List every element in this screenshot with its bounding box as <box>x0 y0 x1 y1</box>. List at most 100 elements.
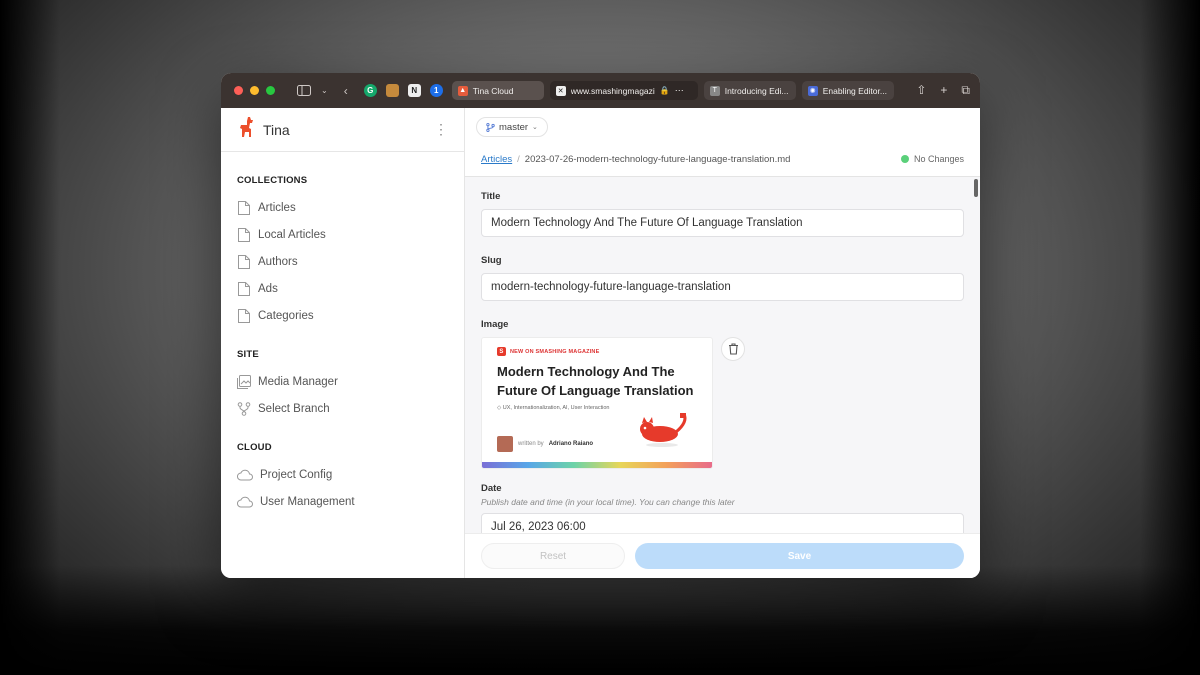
cloud-icon <box>237 496 253 508</box>
section-heading: COLLECTIONS <box>237 175 308 186</box>
close-window-button[interactable] <box>234 86 243 95</box>
sidebar-item-label: User Management <box>260 495 355 508</box>
form-scrollbar[interactable] <box>974 179 978 197</box>
extension-icon[interactable] <box>385 84 399 97</box>
date-description: Publish date and time (in your local tim… <box>481 497 735 507</box>
git-branch-icon <box>237 401 251 416</box>
breadcrumb-filename: 2023-07-26-modern-technology-future-lang… <box>524 154 791 165</box>
more-icon[interactable]: ⋯ <box>675 85 684 96</box>
new-tab-icon[interactable]: + <box>940 83 947 98</box>
chevron-down-icon: ⌄ <box>532 124 538 131</box>
image-tag: S NEW ON SMASHING MAGAZINE <box>497 347 697 356</box>
sidebar-item-ads[interactable]: Ads <box>237 275 448 302</box>
sidebar-toggle-icon[interactable] <box>297 85 311 96</box>
tab-smashing-magazine[interactable]: ✕ www.smashingmagazi 🔒 ⋯ <box>549 81 698 100</box>
image-topics: ◇ UX, Internationalization, AI, User Int… <box>497 405 697 411</box>
grammarly-extension-icon[interactable]: G <box>363 84 377 97</box>
tab-label: Introducing Edi... <box>724 85 789 96</box>
cloud-icon <box>237 469 253 481</box>
image-preview[interactable]: S NEW ON SMASHING MAGAZINE Modern Techno… <box>481 337 713 469</box>
sidebar-item-label: Media Manager <box>258 375 338 388</box>
sidebar-item-media-manager[interactable]: Media Manager <box>237 368 448 395</box>
image-field: S NEW ON SMASHING MAGAZINE Modern Techno… <box>481 337 964 469</box>
breadcrumb-collection-link[interactable]: Articles <box>481 154 512 165</box>
document-icon <box>238 200 250 215</box>
image-headline: Modern Technology And The Future Of Lang… <box>497 364 694 398</box>
branch-selector[interactable]: master ⌄ <box>476 117 548 137</box>
sidebar-item-label: Select Branch <box>258 402 330 415</box>
author-name: Adriano Raiano <box>548 441 594 447</box>
tab-enabling-editor[interactable]: ✺ Enabling Editor... <box>801 81 894 100</box>
tina-cms-app: Tina ⋮ COLLECTIONS Articles Local Articl… <box>221 108 980 578</box>
sidebar-item-label: Project Config <box>260 468 333 481</box>
sidebar-item-articles[interactable]: Articles <box>237 194 448 221</box>
tab-tina-cloud[interactable]: ▲ Tina Cloud <box>451 81 544 100</box>
smashing-cat-mascot-icon <box>640 413 687 447</box>
image-tag-text: NEW ON SMASHING MAGAZINE <box>510 348 600 355</box>
minimize-window-button[interactable] <box>250 86 259 95</box>
more-options-icon[interactable]: ⋮ <box>434 121 448 138</box>
smashing-favicon-icon: ✕ <box>555 85 566 96</box>
sidebar-item-categories[interactable]: Categories <box>237 302 448 329</box>
image-topics-text: UX, Internationalization, AI, User Inter… <box>502 404 610 411</box>
trash-icon <box>728 343 738 355</box>
browser-toolbar: ⌄ ‹ G N 1 ▲ Tina Cloud ✕ www.smashingmag… <box>221 73 980 108</box>
sidebar-item-label: Articles <box>258 201 296 214</box>
document-form: Title Modern Technology And The Future O… <box>465 177 980 533</box>
chevron-down-icon[interactable]: ⌄ <box>321 86 328 95</box>
sidebar-section-site: SITE Media Manager Select Branch <box>221 349 464 422</box>
sidebar: Tina ⋮ COLLECTIONS Articles Local Articl… <box>221 108 465 578</box>
app-name: Tina <box>263 121 290 138</box>
browser-window: ⌄ ‹ G N 1 ▲ Tina Cloud ✕ www.smashingmag… <box>221 73 980 578</box>
author-avatar <box>497 436 513 452</box>
breadcrumb-separator: / <box>517 154 520 165</box>
sidebar-item-user-management[interactable]: User Management <box>237 488 448 515</box>
editor-panel: master ⌄ Articles / 2023-07-26-modern-te… <box>465 108 980 578</box>
back-icon[interactable]: ‹ <box>344 84 348 98</box>
save-button[interactable]: Save <box>635 543 964 569</box>
sidebar-item-label: Ads <box>258 282 278 295</box>
tab-introducing-editor[interactable]: T Introducing Edi... <box>703 81 796 100</box>
tina-favicon-icon: ▲ <box>457 85 468 96</box>
tag-icon: ◇ <box>497 404 502 411</box>
title-input[interactable]: Modern Technology And The Future Of Lang… <box>481 209 964 237</box>
tab-label: Enabling Editor... <box>822 85 887 96</box>
password-manager-extension-icon[interactable]: 1 <box>429 84 443 97</box>
slug-input[interactable]: modern-technology-future-language-transl… <box>481 273 964 301</box>
sidebar-section-collections: COLLECTIONS Articles Local Articles Auth… <box>221 175 464 329</box>
tab-favicon-icon: ✺ <box>807 85 818 96</box>
lock-icon: 🔒 <box>659 86 670 95</box>
share-icon[interactable]: ⇧ <box>916 83 926 98</box>
reset-button[interactable]: Reset <box>481 543 625 569</box>
written-by-text: written by <box>518 441 544 447</box>
browser-actions: ⇧ + ⧉ <box>916 83 970 98</box>
document-icon <box>238 308 250 323</box>
tab-overview-icon[interactable]: ⧉ <box>961 83 970 98</box>
title-label: Title <box>481 191 501 202</box>
sidebar-item-local-articles[interactable]: Local Articles <box>237 221 448 248</box>
section-heading: SITE <box>237 349 259 360</box>
sidebar-item-select-branch[interactable]: Select Branch <box>237 395 448 422</box>
image-label: Image <box>481 319 509 330</box>
sidebar-item-project-config[interactable]: Project Config <box>237 461 448 488</box>
notion-extension-icon[interactable]: N <box>407 84 421 97</box>
smashing-logo-icon: S <box>497 347 506 356</box>
sidebar-item-authors[interactable]: Authors <box>237 248 448 275</box>
sidebar-section-cloud: CLOUD Project Config User Management <box>221 442 464 515</box>
branch-name: master <box>499 121 529 133</box>
save-status: No Changes <box>900 154 964 164</box>
sidebar-item-label: Authors <box>258 255 298 268</box>
tab-label: Tina Cloud <box>472 85 514 96</box>
section-heading: CLOUD <box>237 442 272 453</box>
breadcrumb: Articles / 2023-07-26-modern-technology-… <box>481 154 790 165</box>
date-input[interactable]: Jul 26, 2023 06:00 <box>481 513 964 533</box>
maximize-window-button[interactable] <box>266 86 275 95</box>
editor-header: master ⌄ Articles / 2023-07-26-modern-te… <box>465 108 980 177</box>
document-icon <box>238 227 250 242</box>
delete-image-button[interactable] <box>721 337 745 361</box>
sidebar-header: Tina ⋮ <box>221 108 464 152</box>
status-text: No Changes <box>913 154 964 164</box>
tab-label: www.smashingmagazi <box>570 85 655 96</box>
date-label: Date <box>481 483 502 494</box>
document-icon <box>238 254 250 269</box>
